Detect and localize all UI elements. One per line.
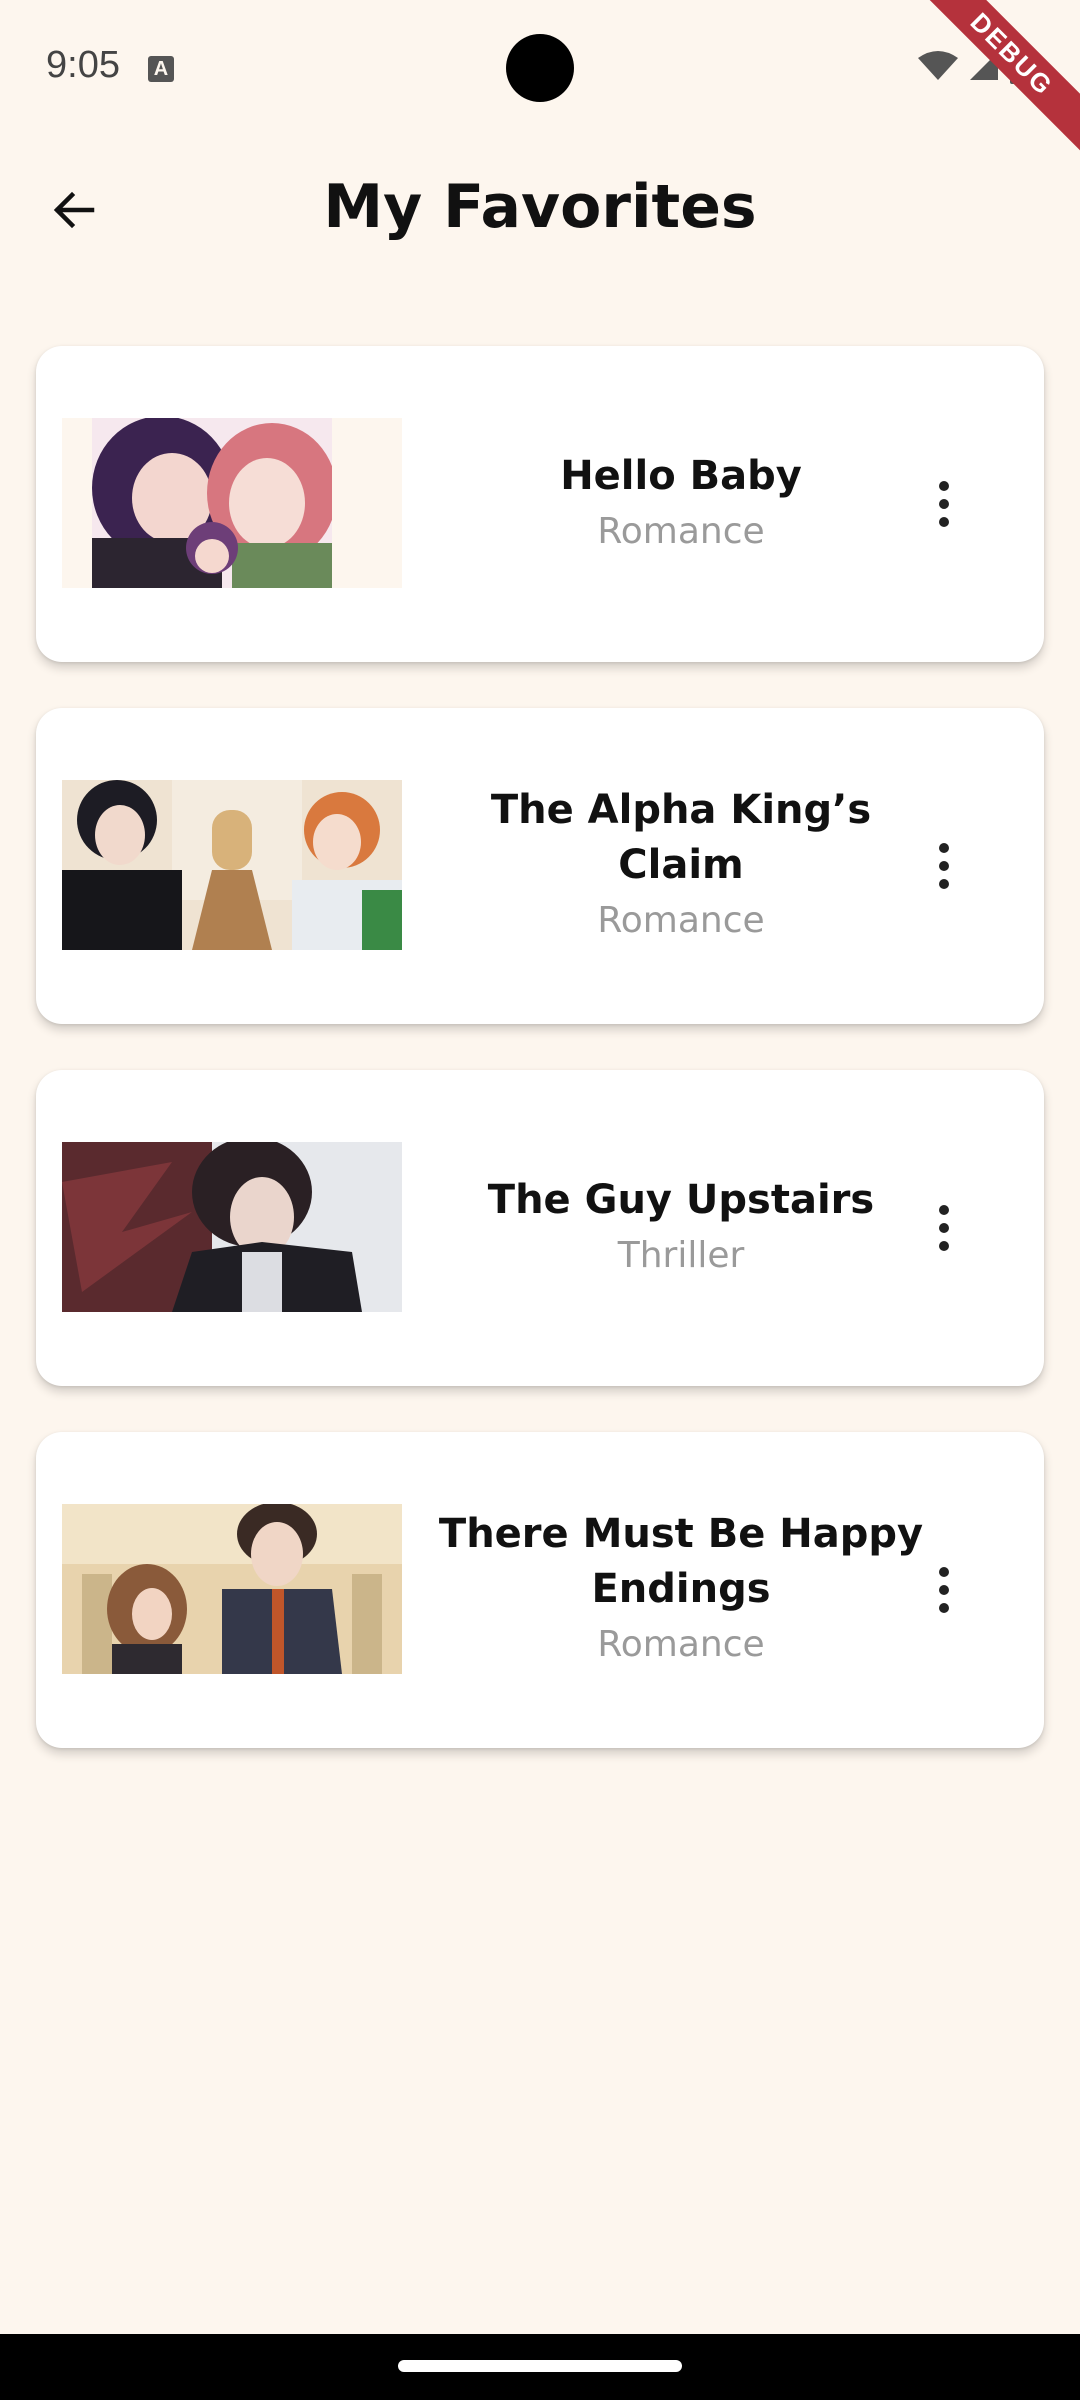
more-options-button[interactable] <box>904 464 984 544</box>
more-options-button[interactable] <box>904 826 984 906</box>
more-vert-icon <box>939 1205 949 1251</box>
more-vert-icon <box>939 1567 949 1613</box>
comic-genre: Romance <box>597 1624 765 1665</box>
cover-image <box>62 1142 402 1312</box>
comic-title: There Must Be Happy Endings <box>438 1511 924 1612</box>
more-vert-icon <box>939 481 949 527</box>
card-text: Hello Baby Romance <box>416 346 946 662</box>
card-text: There Must Be Happy Endings Romance <box>416 1432 946 1748</box>
favorites-screen: 9:05 A DEBUG My Favorites Hello Baby Rom… <box>0 0 1080 2400</box>
comic-genre: Romance <box>597 510 765 552</box>
comic-genre: Romance <box>597 900 765 941</box>
wifi-icon <box>918 51 958 80</box>
comic-genre: Thriller <box>617 1234 745 1276</box>
favorite-card[interactable]: Hello Baby Romance <box>36 346 1044 662</box>
page-title: My Favorites <box>323 172 757 242</box>
card-text: The Alpha King’s Claim Romance <box>416 708 946 1024</box>
favorite-card[interactable]: The Alpha King’s Claim Romance <box>36 708 1044 1024</box>
card-text: The Guy Upstairs Thriller <box>416 1070 946 1386</box>
more-options-button[interactable] <box>904 1550 984 1630</box>
comic-title: The Guy Upstairs <box>487 1176 875 1223</box>
status-time: 9:05 <box>46 44 120 86</box>
home-indicator[interactable] <box>398 2360 682 2372</box>
comic-title: The Alpha King’s Claim <box>490 787 872 888</box>
favorite-card[interactable]: The Guy Upstairs Thriller <box>36 1070 1044 1386</box>
cover-image <box>62 780 402 950</box>
app-header: My Favorites <box>0 150 1080 270</box>
more-options-button[interactable] <box>904 1188 984 1268</box>
camera-cutout <box>506 34 574 102</box>
more-vert-icon <box>939 843 949 889</box>
cover-image <box>62 1504 402 1674</box>
notification-a-icon: A <box>148 56 174 82</box>
status-bar: 9:05 A DEBUG <box>0 0 1080 161</box>
cover-image <box>62 418 402 588</box>
comic-title: Hello Baby <box>560 452 802 499</box>
favorites-list: Hello Baby Romance The Alpha King’s Clai… <box>36 346 1044 1794</box>
favorite-card[interactable]: There Must Be Happy Endings Romance <box>36 1432 1044 1748</box>
system-nav-bar <box>0 2334 1080 2400</box>
